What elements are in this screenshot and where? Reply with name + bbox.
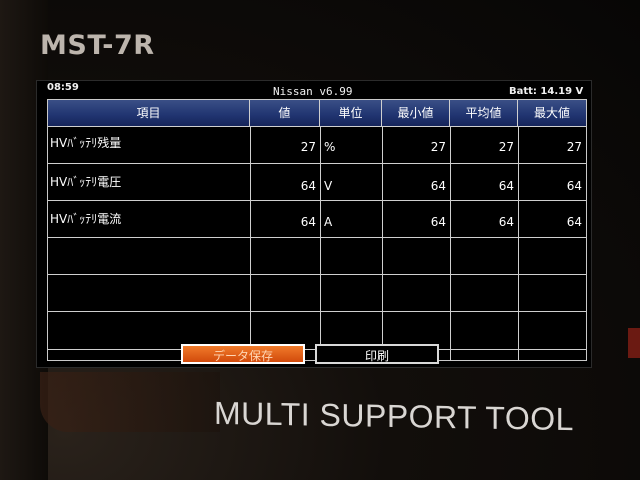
column-header-item: 項目 — [48, 100, 250, 126]
row-unit: % — [324, 140, 336, 154]
grid-line — [48, 126, 586, 127]
row-value: 64 — [300, 179, 316, 193]
grid-line — [48, 200, 586, 201]
model-label: MST-7R — [40, 30, 155, 61]
grid-line — [382, 126, 383, 361]
print-button[interactable]: 印刷 — [315, 344, 439, 364]
button-bar: データ保存 印刷 — [37, 344, 591, 367]
row-item-name: HVﾊﾞｯﾃﾘ電圧 — [50, 175, 122, 189]
row-unit: V — [324, 179, 333, 193]
row-max: 27 — [566, 140, 582, 154]
battery-readout: Batt: 14.19 V — [509, 86, 584, 97]
row-item-name: HVﾊﾞｯﾃﾘ電流 — [50, 212, 122, 226]
accent-stripe — [40, 372, 220, 432]
column-header-avg: 平均値 — [450, 100, 518, 126]
grid-line — [450, 126, 451, 361]
brand-banner: MULTI SUPPORT TOOL — [214, 394, 574, 438]
row-avg: 64 — [498, 179, 514, 193]
row-value: 27 — [300, 140, 316, 154]
column-header-min: 最小値 — [382, 100, 450, 126]
screen: 08:59 Nissan v6.99 Batt: 14.19 V 項目 値 単位… — [36, 80, 592, 368]
grid-line — [250, 126, 251, 361]
side-mark — [628, 328, 640, 358]
row-avg: 64 — [498, 215, 514, 229]
grid-line — [518, 126, 519, 361]
row-item-name: HVﾊﾞｯﾃﾘ残量 — [50, 136, 122, 150]
row-min: 64 — [430, 215, 446, 229]
row-max: 64 — [566, 215, 582, 229]
grid-line — [320, 126, 321, 361]
row-unit: A — [324, 215, 333, 229]
column-header-value: 値 — [250, 100, 320, 126]
data-table: 項目 値 単位 最小値 平均値 最大値 HVﾊﾞｯﾃﾘ残量 27 % 27 27… — [47, 99, 587, 361]
row-value: 64 — [300, 215, 316, 229]
grid-line — [48, 274, 586, 275]
status-bar: 08:59 Nissan v6.99 Batt: 14.19 V — [37, 81, 591, 98]
column-header-unit: 単位 — [320, 100, 382, 126]
grid-line — [48, 163, 586, 164]
status-time: 08:59 — [47, 82, 79, 93]
grid-line — [48, 311, 586, 312]
row-min: 64 — [430, 179, 446, 193]
row-avg: 27 — [498, 140, 514, 154]
device-body: MST-7R MULTI SUPPORT TOOL 08:59 Nissan v… — [0, 0, 640, 480]
grid-line — [48, 237, 586, 238]
column-header-max: 最大値 — [518, 100, 586, 126]
save-data-button[interactable]: データ保存 — [181, 344, 305, 364]
row-min: 27 — [430, 140, 446, 154]
status-title: Nissan v6.99 — [273, 85, 353, 98]
row-max: 64 — [566, 179, 582, 193]
